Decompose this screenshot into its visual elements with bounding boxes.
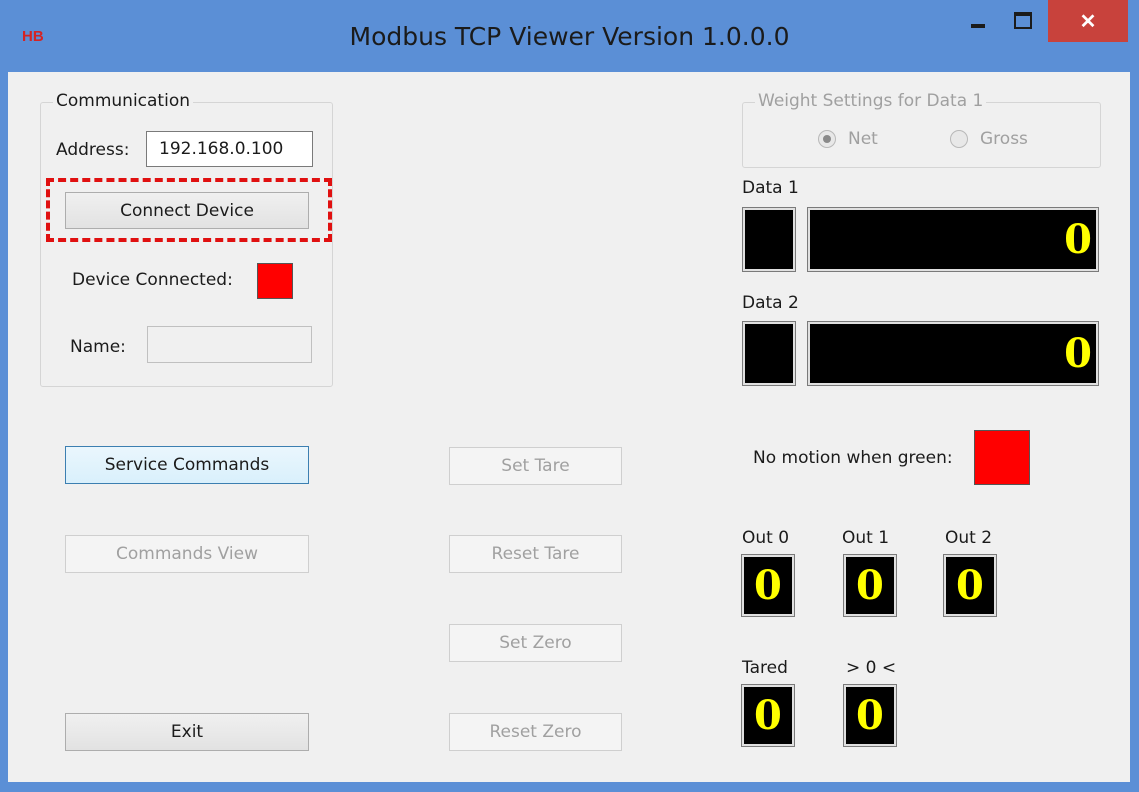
- out2-label: Out 2: [945, 528, 993, 548]
- set-tare-button[interactable]: Set Tare: [449, 447, 622, 485]
- commands-view-button[interactable]: Commands View: [65, 535, 309, 573]
- net-radio[interactable]: [818, 130, 836, 148]
- weight-settings-group: Weight Settings for Data 1: [742, 91, 1101, 168]
- tared-display: 0: [741, 684, 795, 747]
- minimize-icon: [971, 24, 985, 28]
- connect-device-button[interactable]: Connect Device: [65, 192, 309, 229]
- out2-value: 0: [956, 562, 984, 609]
- name-label: Name:: [70, 337, 126, 357]
- reset-zero-button[interactable]: Reset Zero: [449, 713, 622, 751]
- title-bar[interactable]: HB Modbus TCP Viewer Version 1.0.0.0 ✕: [0, 0, 1139, 72]
- data2-label: Data 2: [742, 293, 799, 313]
- out1-display: 0: [843, 554, 897, 617]
- close-icon: ✕: [1079, 10, 1097, 33]
- center-zero-value: 0: [856, 692, 884, 739]
- address-input[interactable]: 192.168.0.100: [146, 131, 313, 167]
- exit-button[interactable]: Exit: [65, 713, 309, 751]
- communication-legend: Communication: [53, 91, 193, 111]
- gross-radio-label: Gross: [980, 129, 1028, 149]
- close-button[interactable]: ✕: [1048, 0, 1128, 42]
- out2-display: 0: [943, 554, 997, 617]
- set-zero-button[interactable]: Set Zero: [449, 624, 622, 662]
- out0-display: 0: [741, 554, 795, 617]
- center-zero-display: 0: [843, 684, 897, 747]
- gross-radio[interactable]: [950, 130, 968, 148]
- weight-settings-legend: Weight Settings for Data 1: [755, 91, 987, 111]
- motion-label: No motion when green:: [753, 448, 953, 468]
- service-commands-button[interactable]: Service Commands: [65, 446, 309, 484]
- minimize-button[interactable]: [958, 0, 998, 40]
- app-window: HB Modbus TCP Viewer Version 1.0.0.0 ✕ C…: [0, 0, 1139, 792]
- out0-value: 0: [754, 562, 782, 609]
- out0-label: Out 0: [742, 528, 790, 548]
- maximize-button[interactable]: [1000, 0, 1046, 40]
- out1-label: Out 1: [842, 528, 890, 548]
- reset-tare-button[interactable]: Reset Tare: [449, 535, 622, 573]
- maximize-icon: [1014, 11, 1032, 29]
- tared-label: Tared: [742, 658, 788, 678]
- radio-selected-dot: [823, 135, 831, 143]
- tared-value: 0: [754, 692, 782, 739]
- net-radio-label: Net: [848, 129, 878, 149]
- out1-value: 0: [856, 562, 884, 609]
- device-connected-indicator: [257, 263, 293, 299]
- center-zero-label: > 0 <: [846, 658, 897, 678]
- data1-value: 0: [1064, 216, 1092, 263]
- device-connected-label: Device Connected:: [72, 270, 233, 290]
- data2-value-display: 0: [807, 321, 1099, 386]
- data2-value: 0: [1064, 330, 1092, 377]
- name-field[interactable]: [147, 326, 312, 363]
- client-area: Communication Address: 192.168.0.100 Con…: [8, 72, 1130, 782]
- data2-unit-display: [742, 321, 796, 386]
- motion-indicator: [974, 430, 1030, 485]
- address-label: Address:: [56, 140, 130, 160]
- data1-label: Data 1: [742, 178, 799, 198]
- data1-unit-display: [742, 207, 796, 272]
- data1-value-display: 0: [807, 207, 1099, 272]
